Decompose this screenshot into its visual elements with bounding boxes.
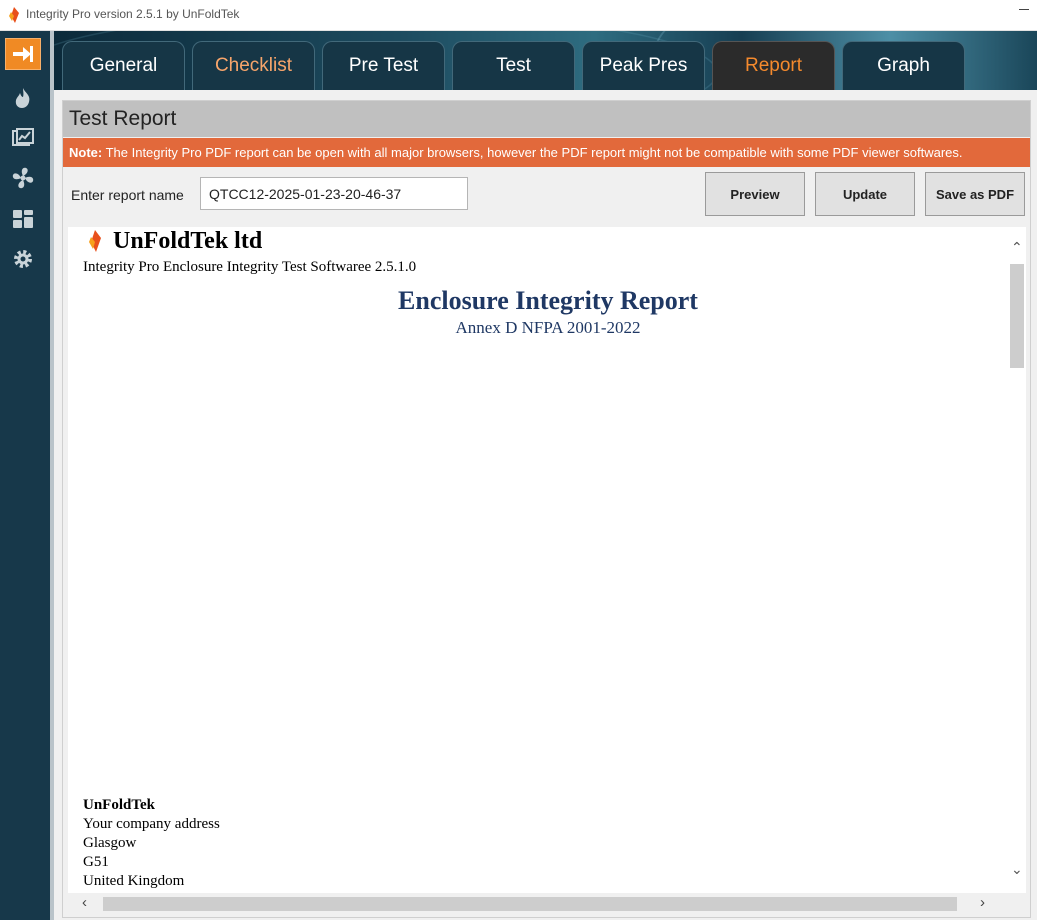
tab-bar: General Checklist Pre Test Test Peak Pre… [54, 31, 1037, 90]
note-label: Note: [69, 145, 103, 160]
note-text: The Integrity Pro PDF report can be open… [102, 145, 963, 160]
sidebar-item-charts[interactable] [5, 122, 41, 154]
save-as-pdf-button[interactable]: Save as PDF [925, 172, 1025, 216]
company-name: UnFoldTek ltd [113, 228, 263, 254]
tab-checklist[interactable]: Checklist [192, 41, 315, 90]
flame-icon [15, 88, 30, 108]
chart-icon [12, 128, 34, 146]
sidebar-item-start[interactable] [5, 38, 41, 70]
scroll-left-icon[interactable]: ‹ [82, 894, 87, 911]
sidebar-item-settings[interactable] [5, 243, 41, 275]
report-panel: Test Report Note: The Integrity Pro PDF … [62, 100, 1031, 918]
address-company: UnFoldTek [83, 797, 155, 813]
dashboard-icon [13, 210, 33, 228]
report-subtitle: Annex D NFPA 2001-2022 [455, 318, 641, 337]
minimize-button[interactable] [1019, 9, 1029, 10]
tab-graph[interactable]: Graph [842, 41, 965, 90]
tab-general[interactable]: General [62, 41, 185, 90]
sidebar-item-fire[interactable] [5, 82, 41, 114]
window-title: Integrity Pro version 2.5.1 by UnFoldTek [26, 7, 240, 21]
horizontal-scrollbar[interactable]: ‹ › [68, 893, 1026, 915]
preview-button[interactable]: Preview [705, 172, 805, 216]
gear-icon [14, 250, 32, 268]
note-banner: Note: The Integrity Pro PDF report can b… [63, 138, 1030, 167]
tab-test[interactable]: Test [452, 41, 575, 90]
horizontal-scroll-thumb[interactable] [103, 897, 957, 911]
fan-icon [12, 167, 34, 189]
report-document: UnFoldTek ltd Integrity Pro Enclosure In… [68, 227, 1008, 893]
sidebar [0, 31, 50, 920]
sidebar-item-fan[interactable] [5, 162, 41, 194]
tab-pre-test[interactable]: Pre Test [322, 41, 445, 90]
report-name-label: Enter report name [71, 187, 184, 203]
report-title: Enclosure Integrity Report [398, 286, 698, 315]
title-bar: Integrity Pro version 2.5.1 by UnFoldTek [0, 0, 1037, 31]
address-city: Glasgow [83, 835, 137, 851]
address-country: United Kingdom [83, 873, 185, 889]
update-button[interactable]: Update [815, 172, 915, 216]
vertical-scroll-thumb[interactable] [1010, 264, 1024, 368]
address-line: Your company address [83, 816, 220, 832]
tab-peak-pres[interactable]: Peak Pres [582, 41, 705, 90]
app-logo-icon [9, 7, 19, 23]
company-logo-icon [89, 230, 101, 252]
scroll-right-icon[interactable]: › [980, 894, 985, 911]
page-title: Test Report [69, 107, 177, 130]
address-postcode: G51 [83, 854, 109, 870]
scroll-down-icon[interactable]: ⌄ [1011, 861, 1023, 878]
software-version: Integrity Pro Enclosure Integrity Test S… [83, 259, 417, 275]
tab-report[interactable]: Report [712, 41, 835, 90]
sidebar-item-dashboard[interactable] [5, 203, 41, 235]
panel-header: Test Report [63, 101, 1030, 137]
report-name-input[interactable] [200, 177, 468, 210]
sidebar-divider [50, 31, 54, 920]
vertical-scrollbar[interactable]: ⌃ ⌄ [1008, 227, 1026, 893]
scroll-up-icon[interactable]: ⌃ [1011, 239, 1023, 256]
arrow-right-icon [13, 46, 33, 62]
report-preview[interactable]: UnFoldTek ltd Integrity Pro Enclosure In… [68, 227, 1026, 915]
